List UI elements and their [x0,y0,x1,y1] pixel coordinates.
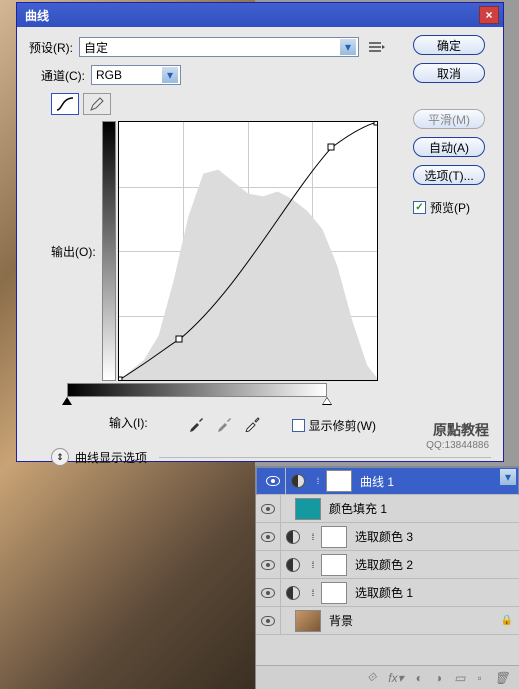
show-clipping-checkbox[interactable]: 显示修剪(W) [292,417,376,434]
layer-thumbnail[interactable] [321,526,347,548]
expand-options-button[interactable]: ⇕ [51,448,69,466]
channel-label: 通道(C): [41,67,85,84]
input-sliders[interactable] [67,399,327,409]
visibility-icon[interactable] [261,588,275,598]
channel-value: RGB [96,68,122,82]
layer-name[interactable]: 颜色填充 1 [329,500,519,517]
layer-thumbnail[interactable] [295,498,321,520]
visibility-icon[interactable] [266,476,280,486]
layer-fx-icon[interactable]: fx▾ [388,671,403,685]
lock-icon: 🔒 [501,615,513,626]
checkbox-icon [292,419,305,432]
layer-row[interactable]: ⁞ 选取颜色 1 [256,579,519,607]
link-icon: ⁞ [305,560,321,570]
preset-menu-icon[interactable] [367,39,387,55]
preset-select[interactable]: 自定 [79,37,359,57]
preview-label: 预览(P) [430,199,470,216]
eyedropper-gray-icon[interactable] [216,414,234,432]
link-layers-icon[interactable]: ⟐ [367,670,376,685]
layer-name[interactable]: 曲线 1 [360,473,498,490]
auto-button[interactable]: 自动(A) [413,137,485,157]
layer-thumbnail[interactable] [295,610,321,632]
layers-panel: ⁞ 曲线 1 颜色填充 1 ⁞ 选取颜色 3 ⁞ 选取颜色 2 ⁞ 选取颜色 1 背景🔒 ⟐ fx… [255,466,519,689]
dialog-title: 曲线 [21,7,49,24]
eyedropper-white-icon[interactable] [244,414,262,432]
layer-name[interactable]: 选取颜色 2 [355,556,519,573]
input-gradient [67,383,327,397]
layer-row[interactable]: 颜色填充 1 [256,495,519,523]
link-icon: ⁞ [305,532,321,542]
layer-mask-icon[interactable]: ◐ [416,671,423,685]
link-icon: ⁞ [305,588,321,598]
delete-layer-icon[interactable]: 🗑 [494,671,509,685]
layer-name[interactable]: 背景 [329,612,501,629]
curve-graph[interactable] [118,121,378,381]
curve-line [119,122,377,380]
layer-row[interactable]: 背景🔒 [256,607,519,635]
ok-button[interactable]: 确定 [413,35,485,55]
adjustment-layer-icon[interactable]: ◑ [435,671,442,685]
show-clipping-label: 显示修剪(W) [309,417,376,434]
layer-thumbnail[interactable] [326,470,352,492]
visibility-icon[interactable] [261,532,275,542]
checkbox-icon: ✓ [413,201,426,214]
black-point-slider[interactable] [62,397,72,405]
watermark-qq: QQ:13844886 [426,440,489,451]
eyedropper-black-icon[interactable] [188,414,206,432]
titlebar[interactable]: 曲线 × [17,3,503,27]
preset-label: 预设(R): [29,39,73,56]
link-icon: ⁞ [310,476,326,486]
adjustment-icon [286,558,300,572]
channel-select[interactable]: RGB [91,65,181,85]
layer-group-icon[interactable]: ▭ [454,671,465,685]
expander-label: 曲线显示选项 [75,449,147,466]
visibility-icon[interactable] [261,616,275,626]
preview-checkbox[interactable]: ✓ 预览(P) [413,199,491,216]
watermark: 原點教程 QQ:13844886 [426,420,489,451]
white-point-slider[interactable] [322,397,332,405]
layer-row[interactable]: ⁞ 选取颜色 2 [256,551,519,579]
adjustment-icon [291,474,305,488]
close-button[interactable]: × [479,6,499,24]
watermark-title: 原點教程 [426,420,489,440]
visibility-icon[interactable] [261,504,275,514]
layers-panel-footer: ⟐ fx▾ ◐ ◑ ▭ ▫ 🗑 [256,665,519,689]
options-button[interactable]: 选项(T)... [413,165,485,185]
new-layer-icon[interactable]: ▫ [478,671,482,685]
input-label: 输入(I): [109,414,148,431]
output-gradient [102,121,116,381]
curve-tool-button[interactable] [51,93,79,115]
curves-dialog: 曲线 × 预设(R): 自定 通道(C): RGB [16,2,504,462]
cancel-button[interactable]: 取消 [413,63,485,83]
visibility-icon[interactable] [261,560,275,570]
output-label: 输出(O): [51,243,96,260]
curve-point[interactable] [176,336,183,343]
adjustment-icon [286,530,300,544]
layer-thumbnail[interactable] [321,582,347,604]
curve-point[interactable] [328,144,335,151]
adjustment-icon [286,586,300,600]
curve-point[interactable] [118,377,123,382]
layer-name[interactable]: 选取颜色 3 [355,528,519,545]
layer-row[interactable]: ⁞ 选取颜色 3 [256,523,519,551]
curve-point[interactable] [373,121,378,126]
preset-value: 自定 [84,39,108,56]
layer-row[interactable]: ⁞ 曲线 1 [256,467,519,495]
layer-thumbnail[interactable] [321,554,347,576]
pencil-tool-button[interactable] [83,93,111,115]
layer-name[interactable]: 选取颜色 1 [355,584,519,601]
smooth-button: 平滑(M) [413,109,485,129]
